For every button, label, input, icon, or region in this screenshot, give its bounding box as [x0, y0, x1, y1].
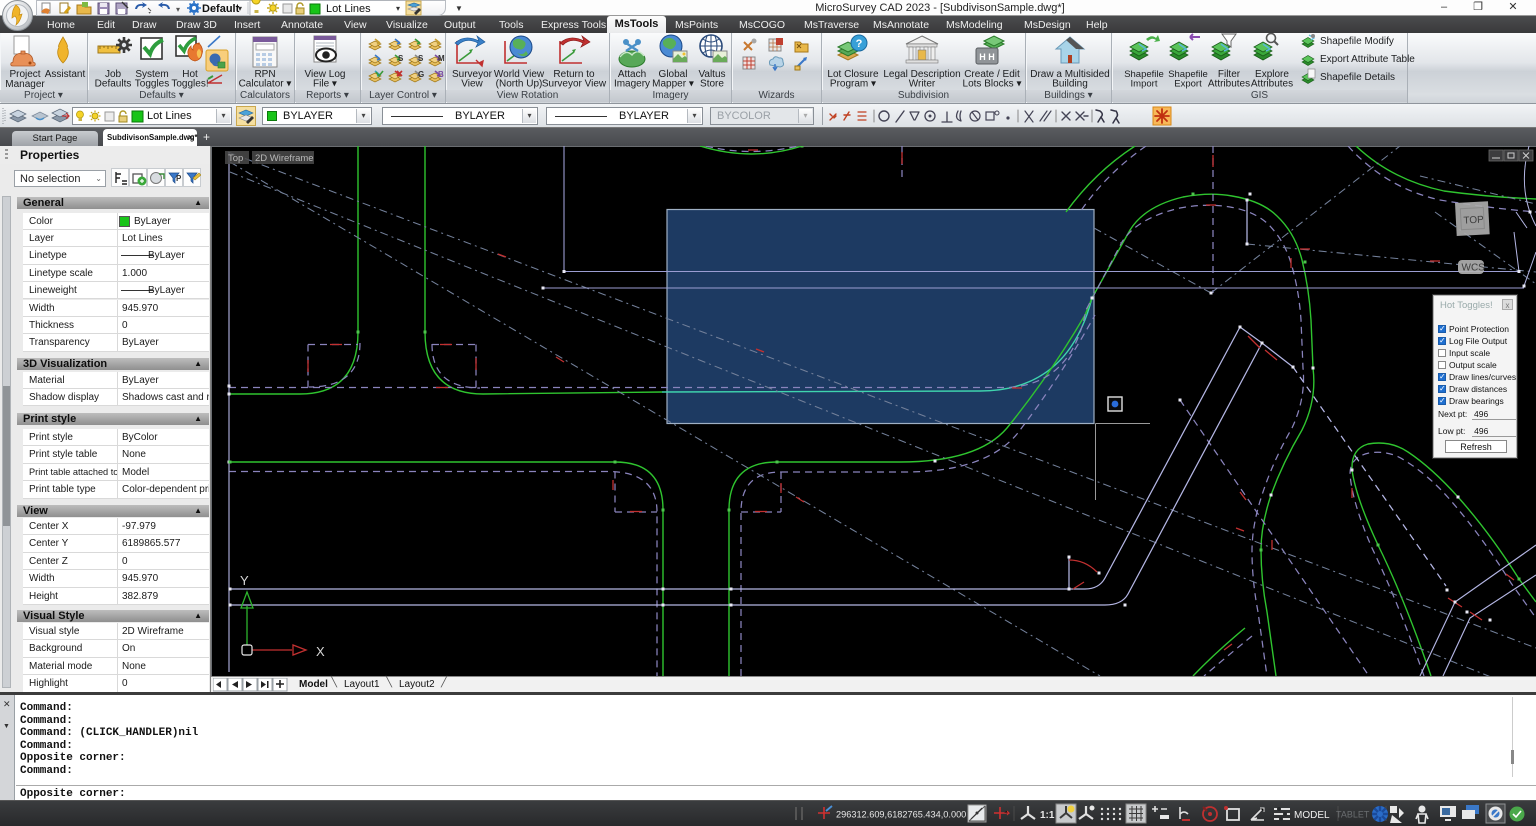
svg-text:Building: Building — [1052, 79, 1088, 90]
svg-text:Import: Import — [1131, 79, 1158, 90]
svg-text:Calculator ▾: Calculator ▾ — [239, 79, 292, 90]
svg-text:Writer: Writer — [909, 79, 936, 90]
svg-text:Assistant: Assistant — [45, 69, 86, 80]
svg-text:P: P — [176, 174, 182, 183]
svg-text:?: ? — [856, 38, 863, 50]
svg-text:B: B — [438, 70, 444, 79]
svg-text:Shapefile Details: Shapefile Details — [1320, 72, 1395, 83]
svg-text:Shapefile Modify: Shapefile Modify — [1320, 36, 1394, 47]
svg-text:X: X — [316, 644, 325, 659]
svg-text:Export Attribute Table: Export Attribute Table — [1320, 54, 1415, 65]
svg-text:M: M — [438, 54, 445, 63]
svg-text:G: G — [418, 70, 424, 79]
svg-text:Defaults: Defaults — [95, 79, 132, 90]
svg-text:S: S — [418, 54, 424, 63]
svg-text:▾: ▾ — [396, 4, 400, 13]
svg-text:▾: ▾ — [176, 5, 180, 14]
svg-text:Top: Top — [228, 153, 243, 164]
svg-text:TABLET: TABLET — [1336, 810, 1370, 820]
svg-text:View: View — [461, 79, 483, 90]
svg-text:Attributes: Attributes — [1208, 79, 1250, 90]
svg-text:Attributes: Attributes — [1251, 79, 1293, 90]
svg-text:Y: Y — [240, 573, 249, 588]
svg-text:Lot Lines: Lot Lines — [326, 3, 371, 15]
svg-text:WCS: WCS — [1462, 263, 1486, 274]
svg-text:▾: ▾ — [238, 4, 242, 13]
svg-text:Program ▾: Program ▾ — [830, 79, 876, 90]
svg-text:Imagery: Imagery — [614, 79, 650, 90]
svg-text:Surveyor View: Surveyor View — [542, 79, 607, 90]
svg-text:Export: Export — [1174, 79, 1202, 90]
svg-text:1:1: 1:1 — [1040, 810, 1055, 821]
svg-text:Manager: Manager — [5, 79, 45, 90]
svg-text:Store: Store — [700, 79, 724, 90]
svg-text:Lots Blocks ▾: Lots Blocks ▾ — [963, 79, 1022, 90]
svg-text:296312.609,6182765.434,0.000: 296312.609,6182765.434,0.000 — [836, 810, 966, 820]
svg-text:TOP: TOP — [1463, 215, 1484, 227]
svg-text:Toggles: Toggles — [135, 79, 169, 90]
svg-text:Toggles!: Toggles! — [171, 79, 208, 90]
svg-text:Mapper ▾: Mapper ▾ — [652, 79, 694, 90]
svg-text:S: S — [398, 54, 404, 63]
svg-text:MODEL: MODEL — [1294, 810, 1330, 821]
svg-text:Default: Default — [202, 3, 240, 15]
svg-text:(North Up): (North Up) — [496, 79, 543, 90]
svg-text:2D Wireframe: 2D Wireframe — [255, 153, 314, 164]
svg-text:File ▾: File ▾ — [313, 79, 337, 90]
svg-text:H H: H H — [979, 52, 995, 62]
